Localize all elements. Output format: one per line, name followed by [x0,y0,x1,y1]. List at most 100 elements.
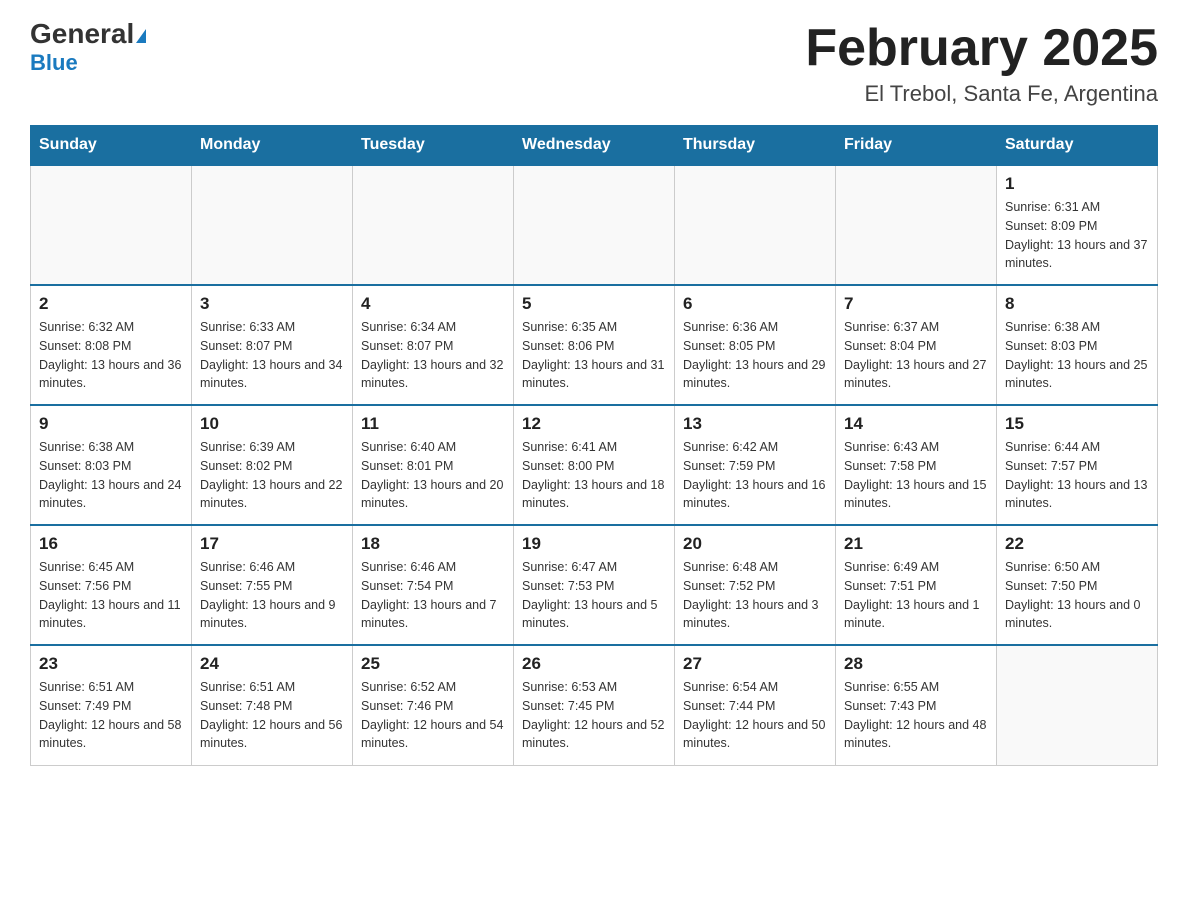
col-friday: Friday [836,126,997,166]
day-number: 27 [683,654,827,674]
day-info: Sunrise: 6:32 AM Sunset: 8:08 PM Dayligh… [39,318,183,393]
calendar-week-row: 16 Sunrise: 6:45 AM Sunset: 7:56 PM Dayli… [31,525,1158,645]
calendar-day-cell: 6 Sunrise: 6:36 AM Sunset: 8:05 PM Daylig… [675,285,836,405]
calendar-subtitle: El Trebol, Santa Fe, Argentina [805,81,1158,107]
day-number: 9 [39,414,183,434]
day-number: 15 [1005,414,1149,434]
calendar-day-cell: 18Sunrise: 6:46 AM Sunset: 7:54 PM Dayli… [353,525,514,645]
calendar-week-row: 23 Sunrise: 6:51 AM Sunset: 7:49 PM Dayli… [31,645,1158,765]
day-info: Sunrise: 6:47 AM Sunset: 7:53 PM Dayligh… [522,558,666,633]
day-info: Sunrise: 6:39 AM Sunset: 8:02 PM Dayligh… [200,438,344,513]
day-info: Sunrise: 6:52 AM Sunset: 7:46 PM Dayligh… [361,678,505,753]
day-number: 11 [361,414,505,434]
day-info: Sunrise: 6:51 AM Sunset: 7:48 PM Dayligh… [200,678,344,753]
logo-general: General [30,20,146,48]
day-number: 10 [200,414,344,434]
day-number: 2 [39,294,183,314]
calendar-day-cell [514,165,675,285]
day-info: Sunrise: 6:33 AM Sunset: 8:07 PM Dayligh… [200,318,344,393]
calendar-day-cell: 4 Sunrise: 6:34 AM Sunset: 8:07 PM Daylig… [353,285,514,405]
calendar-day-cell: 9 Sunrise: 6:38 AM Sunset: 8:03 PM Daylig… [31,405,192,525]
calendar-day-cell: 1 Sunrise: 6:31 AM Sunset: 8:09 PM Daylig… [997,165,1158,285]
col-tuesday: Tuesday [353,126,514,166]
calendar-day-cell [997,645,1158,765]
calendar-day-cell [353,165,514,285]
day-number: 17 [200,534,344,554]
calendar-week-row: 1 Sunrise: 6:31 AM Sunset: 8:09 PM Daylig… [31,165,1158,285]
calendar-day-cell: 27 Sunrise: 6:54 AM Sunset: 7:44 PM Dayli… [675,645,836,765]
col-saturday: Saturday [997,126,1158,166]
calendar-day-cell: 11 Sunrise: 6:40 AM Sunset: 8:01 PM Dayli… [353,405,514,525]
day-number: 20 [683,534,827,554]
day-info: Sunrise: 6:38 AM Sunset: 8:03 PM Dayligh… [1005,318,1149,393]
calendar-title: February 2025 [805,20,1158,77]
calendar-day-cell [675,165,836,285]
day-number: 3 [200,294,344,314]
calendar-day-cell: 16 Sunrise: 6:45 AM Sunset: 7:56 PM Dayli… [31,525,192,645]
day-info: Sunrise: 6:40 AM Sunset: 8:01 PM Dayligh… [361,438,505,513]
col-wednesday: Wednesday [514,126,675,166]
day-info: Sunrise: 6:50 AM Sunset: 7:50 PM Dayligh… [1005,558,1149,633]
day-number: 18 [361,534,505,554]
col-thursday: Thursday [675,126,836,166]
calendar-day-cell: 25 Sunrise: 6:52 AM Sunset: 7:46 PM Dayli… [353,645,514,765]
day-number: 4 [361,294,505,314]
day-info: Sunrise: 6:45 AM Sunset: 7:56 PM Dayligh… [39,558,183,633]
calendar-day-cell [836,165,997,285]
calendar-day-cell: 26Sunrise: 6:53 AM Sunset: 7:45 PM Dayli… [514,645,675,765]
calendar-day-cell: 21 Sunrise: 6:49 AM Sunset: 7:51 PM Dayli… [836,525,997,645]
logo: General Blue [30,20,146,76]
day-info: Sunrise: 6:37 AM Sunset: 8:04 PM Dayligh… [844,318,988,393]
header-row: Sunday Monday Tuesday Wednesday Thursday… [31,126,1158,166]
day-info: Sunrise: 6:31 AM Sunset: 8:09 PM Dayligh… [1005,198,1149,273]
calendar-day-cell [31,165,192,285]
calendar-day-cell [192,165,353,285]
calendar-day-cell: 8Sunrise: 6:38 AM Sunset: 8:03 PM Daylig… [997,285,1158,405]
day-number: 25 [361,654,505,674]
page-header: General Blue February 2025 El Trebol, Sa… [30,20,1158,107]
col-sunday: Sunday [31,126,192,166]
calendar-day-cell: 20 Sunrise: 6:48 AM Sunset: 7:52 PM Dayli… [675,525,836,645]
day-info: Sunrise: 6:41 AM Sunset: 8:00 PM Dayligh… [522,438,666,513]
calendar-header: Sunday Monday Tuesday Wednesday Thursday… [31,126,1158,166]
calendar-day-cell: 19Sunrise: 6:47 AM Sunset: 7:53 PM Dayli… [514,525,675,645]
day-number: 16 [39,534,183,554]
calendar-day-cell: 28 Sunrise: 6:55 AM Sunset: 7:43 PM Dayli… [836,645,997,765]
day-number: 5 [522,294,666,314]
day-number: 24 [200,654,344,674]
day-number: 28 [844,654,988,674]
calendar-day-cell: 15 Sunrise: 6:44 AM Sunset: 7:57 PM Dayli… [997,405,1158,525]
day-info: Sunrise: 6:49 AM Sunset: 7:51 PM Dayligh… [844,558,988,633]
day-info: Sunrise: 6:54 AM Sunset: 7:44 PM Dayligh… [683,678,827,753]
day-number: 23 [39,654,183,674]
day-info: Sunrise: 6:55 AM Sunset: 7:43 PM Dayligh… [844,678,988,753]
day-info: Sunrise: 6:38 AM Sunset: 8:03 PM Dayligh… [39,438,183,513]
day-number: 14 [844,414,988,434]
day-number: 7 [844,294,988,314]
day-info: Sunrise: 6:34 AM Sunset: 8:07 PM Dayligh… [361,318,505,393]
calendar-day-cell: 14Sunrise: 6:43 AM Sunset: 7:58 PM Dayli… [836,405,997,525]
day-info: Sunrise: 6:48 AM Sunset: 7:52 PM Dayligh… [683,558,827,633]
day-number: 21 [844,534,988,554]
day-info: Sunrise: 6:36 AM Sunset: 8:05 PM Dayligh… [683,318,827,393]
calendar-week-row: 2 Sunrise: 6:32 AM Sunset: 8:08 PM Daylig… [31,285,1158,405]
day-info: Sunrise: 6:42 AM Sunset: 7:59 PM Dayligh… [683,438,827,513]
calendar-day-cell: 24 Sunrise: 6:51 AM Sunset: 7:48 PM Dayli… [192,645,353,765]
day-number: 6 [683,294,827,314]
day-info: Sunrise: 6:44 AM Sunset: 7:57 PM Dayligh… [1005,438,1149,513]
calendar-day-cell: 23 Sunrise: 6:51 AM Sunset: 7:49 PM Dayli… [31,645,192,765]
day-number: 1 [1005,174,1149,194]
calendar-day-cell: 2 Sunrise: 6:32 AM Sunset: 8:08 PM Daylig… [31,285,192,405]
calendar-day-cell: 13Sunrise: 6:42 AM Sunset: 7:59 PM Dayli… [675,405,836,525]
calendar-day-cell: 10 Sunrise: 6:39 AM Sunset: 8:02 PM Dayli… [192,405,353,525]
title-block: February 2025 El Trebol, Santa Fe, Argen… [805,20,1158,107]
col-monday: Monday [192,126,353,166]
logo-triangle-icon [136,29,146,43]
day-info: Sunrise: 6:51 AM Sunset: 7:49 PM Dayligh… [39,678,183,753]
day-info: Sunrise: 6:46 AM Sunset: 7:55 PM Dayligh… [200,558,344,633]
day-number: 26 [522,654,666,674]
day-info: Sunrise: 6:35 AM Sunset: 8:06 PM Dayligh… [522,318,666,393]
calendar-day-cell: 22Sunrise: 6:50 AM Sunset: 7:50 PM Dayli… [997,525,1158,645]
calendar-day-cell: 7 Sunrise: 6:37 AM Sunset: 8:04 PM Daylig… [836,285,997,405]
calendar-day-cell: 12Sunrise: 6:41 AM Sunset: 8:00 PM Dayli… [514,405,675,525]
